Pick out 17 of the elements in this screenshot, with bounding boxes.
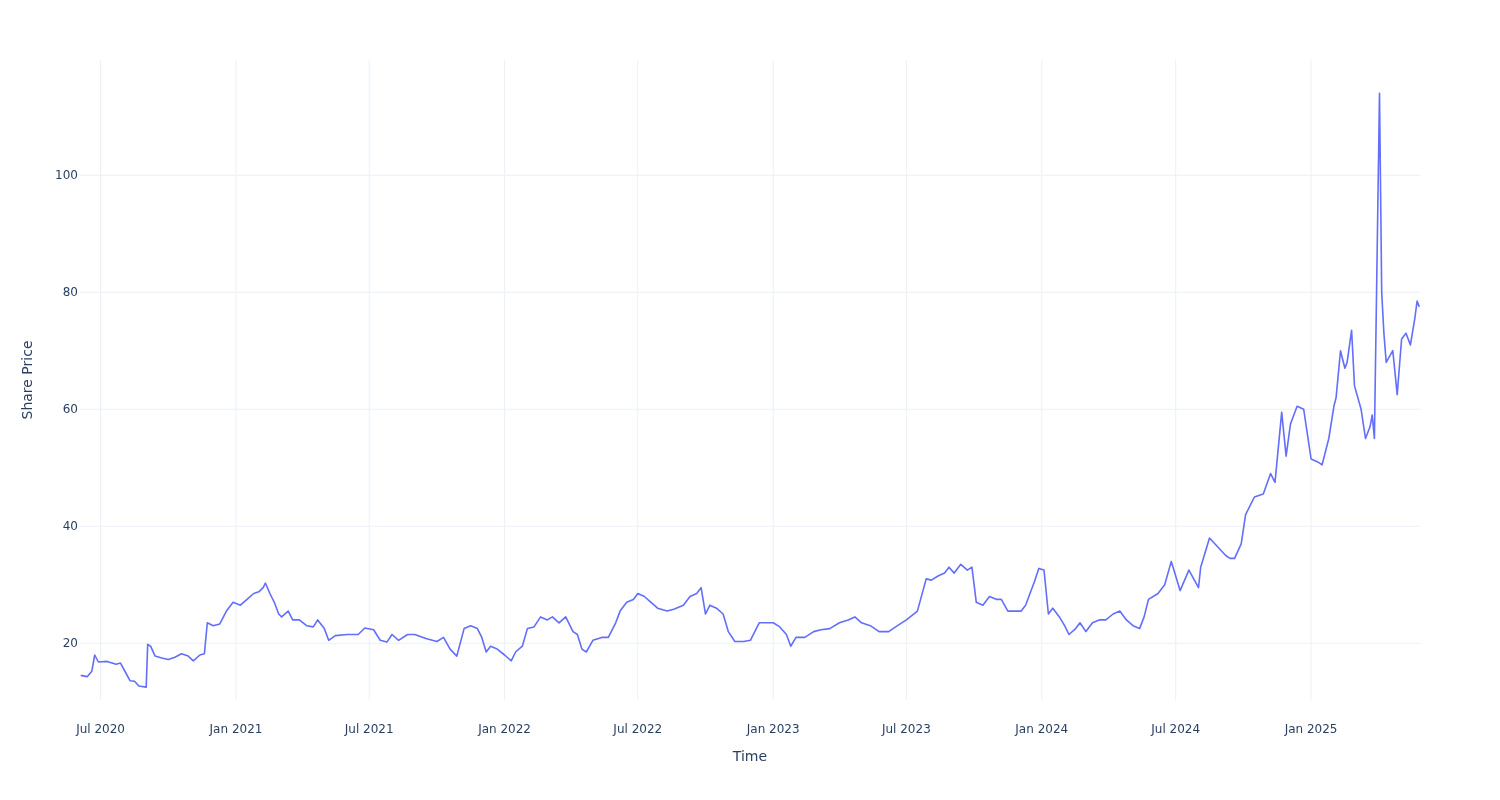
x-tick-label: Jul 2023: [881, 722, 931, 736]
x-tick-label: Jul 2020: [76, 722, 126, 736]
y-tick-label: 20: [62, 636, 78, 651]
x-axis-title: Time: [732, 748, 768, 764]
x-tick-label: Jan 2022: [478, 722, 531, 736]
y-axis-title: Share Price: [19, 340, 35, 420]
y-tick-label: 40: [62, 519, 78, 534]
x-tick-label: Jan 2021: [209, 722, 263, 736]
x-tick-label: Jul 2022: [613, 722, 663, 736]
y-tick-label: 80: [62, 285, 78, 300]
y-tick-label: 100: [55, 168, 78, 183]
x-tick-label: Jan 2025: [1284, 722, 1338, 736]
x-tick-label: Jan 2024: [1015, 722, 1069, 736]
x-tick-label: Jul 2024: [1151, 722, 1201, 736]
x-tick-label: Jan 2023: [746, 722, 800, 736]
x-tick-label: Jul 2021: [344, 722, 394, 736]
y-tick-label: 60: [62, 402, 78, 417]
